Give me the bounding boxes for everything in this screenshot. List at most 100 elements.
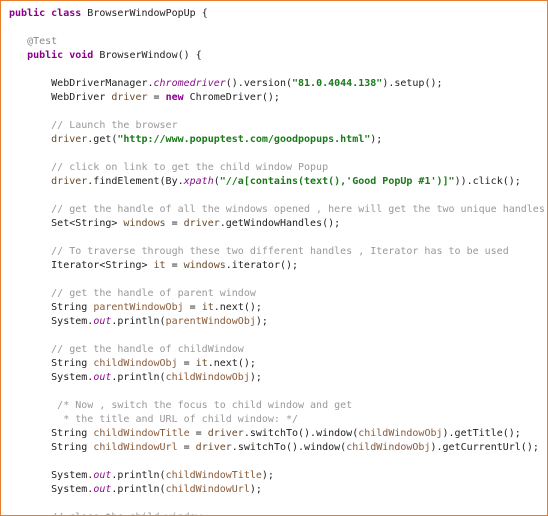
class-name: BrowserWindowPopUp [87,8,195,19]
code-text: ); [256,316,268,327]
brace-open: { [202,8,208,19]
field: childWindowObj [93,358,177,369]
variable: driver [196,442,232,453]
line: WebDriverManager.chromedriver().version(… [51,78,442,89]
line: WebDriver driver = new ChromeDriver(); [51,92,280,103]
code-text: System. [51,316,93,327]
line: driver.get("http://www.popuptest.com/goo… [51,134,382,145]
variable: driver [51,176,87,187]
code-text: .next(); [208,358,256,369]
static-field: out [93,372,111,383]
code-text: .findElement(By. [87,176,183,187]
code-text: .next(); [214,302,262,313]
variable: it [154,260,166,271]
code-text: = [178,442,196,453]
code-text: .getWindowHandles(); [220,218,340,229]
code-editor: public class BrowserWindowPopUp { @Test … [0,0,548,516]
code-text: .println( [111,484,165,495]
variable: driver [208,428,244,439]
field: childWindowTitle [166,470,262,481]
variable: driver [111,92,147,103]
code-text: .println( [111,372,165,383]
comment: // click on link to get the child window… [51,162,328,173]
line: Set<String> windows = driver.getWindowHa… [51,218,340,229]
code-text: .iterator(); [226,260,298,271]
code-text: ).setup(); [382,78,442,89]
code-text: = [178,358,196,369]
code-text: String [51,442,93,453]
code-text: )).click(); [455,176,521,187]
field: childWindowObj [358,428,442,439]
string-literal: "http://www.popuptest.com/goodpopups.htm… [117,134,370,145]
keyword-new: new [166,92,184,103]
code-text: = [190,428,208,439]
code-text: ChromeDriver(); [184,92,280,103]
code-text: .switchTo().window( [244,428,358,439]
code-text: = [166,260,184,271]
line: public void BrowserWindow() { [27,50,202,61]
variable: driver [184,218,220,229]
line: driver.findElement(By.xpath("//a[contain… [51,176,521,187]
line: System.out.println(childWindowObj); [51,372,262,383]
static-call: chromedriver [154,78,226,89]
comment: * the title and URL of child window: */ [51,414,298,425]
keyword-void: void [69,50,93,61]
variable: it [202,302,214,313]
code-text: ); [370,134,382,145]
line: Iterator<String> it = windows.iterator()… [51,260,298,271]
field: parentWindowObj [166,316,256,327]
comment: // get the handle of childWindow [51,344,244,355]
string-literal: "81.0.4044.138" [292,78,382,89]
field: childWindowObj [346,442,430,453]
code-text: String [51,428,93,439]
code-text: ); [250,372,262,383]
static-field: out [93,316,111,327]
comment: // Launch the browser [51,120,177,131]
static-field: out [93,470,111,481]
code-text: .switchTo().window( [232,442,346,453]
comment: // get the handle of all the windows ope… [51,204,545,215]
code-text: Set<String> [51,218,123,229]
annotation-test: @Test [27,36,57,47]
line: String childWindowUrl = driver.switchTo(… [51,442,539,453]
parens: () [178,50,190,61]
method-name: BrowserWindow [99,50,177,61]
variable: driver [51,134,87,145]
code-text: .get( [87,134,117,145]
line: String childWindowTitle = driver.switchT… [51,428,521,439]
code-text: = [148,92,166,103]
code-text: .println( [111,470,165,481]
variable: windows [123,218,165,229]
code-text: System. [51,470,93,481]
comment: // close the child window [51,512,202,516]
code-text: ).getCurrentUrl(); [430,442,538,453]
field: childWindowUrl [93,442,177,453]
comment: /* Now , switch the focus to child windo… [51,400,352,411]
code-text: String [51,302,93,313]
brace-open: { [196,50,202,61]
code-text: String [51,358,93,369]
code-text: ().version( [226,78,292,89]
code-text: ); [250,484,262,495]
code-text: WebDriverManager. [51,78,153,89]
code-text: = [184,302,202,313]
line: String parentWindowObj = it.next(); [51,302,262,313]
code-text: Iterator<String> [51,260,153,271]
line: String childWindowObj = it.next(); [51,358,256,369]
code-text: = [166,218,184,229]
comment: // To traverse through these two differe… [51,246,509,257]
line: System.out.println(childWindowTitle); [51,470,274,481]
line: public class BrowserWindowPopUp { [9,8,208,19]
code-text: .println( [111,316,165,327]
field: parentWindowObj [93,302,183,313]
static-field: out [93,484,111,495]
comment: // get the handle of parent window [51,288,256,299]
code-text: System. [51,484,93,495]
line: System.out.println(parentWindowObj); [51,316,268,327]
code-text: System. [51,372,93,383]
field: childWindowTitle [93,428,189,439]
code-text: ); [262,470,274,481]
field: childWindowUrl [166,484,250,495]
line: System.out.println(childWindowUrl); [51,484,262,495]
field: childWindowObj [166,372,250,383]
